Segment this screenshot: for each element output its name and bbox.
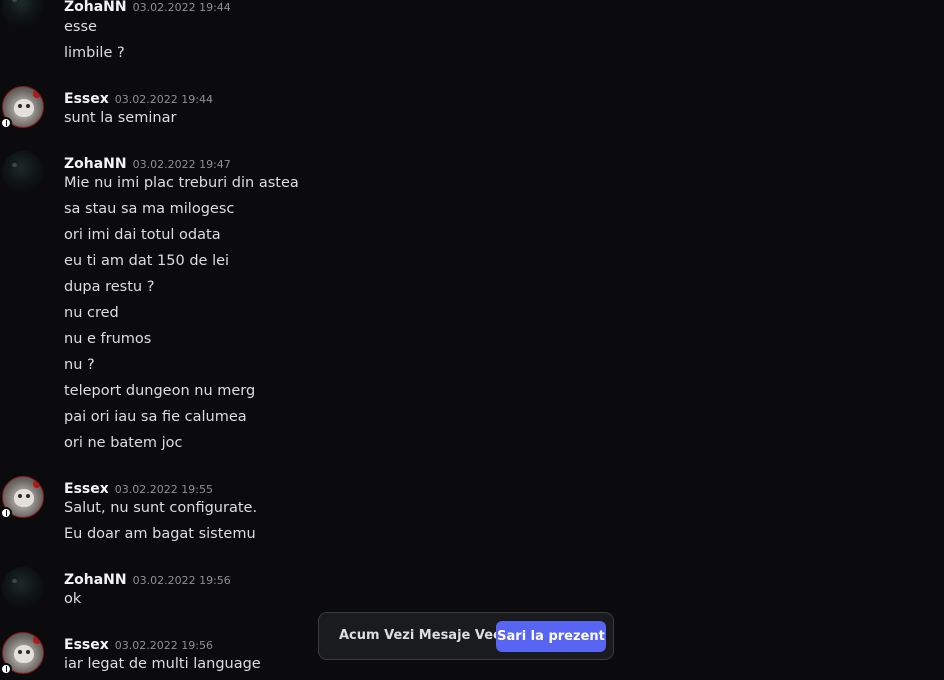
message-text: dupa restu ? bbox=[64, 279, 155, 295]
message-header: ZohaNN 03.02.2022 19:44 bbox=[64, 0, 231, 16]
grumpy-cat-icon bbox=[14, 489, 34, 507]
username[interactable]: Essex bbox=[64, 637, 109, 653]
username[interactable]: Essex bbox=[64, 91, 109, 107]
chat-message-list: ZohaNN 03.02.2022 19:44 esse limbile ? Es… bbox=[0, 0, 944, 680]
message-header: Essex 03.02.2022 19:55 bbox=[64, 478, 213, 498]
message-timestamp: 03.02.2022 19:44 bbox=[132, 1, 231, 14]
jump-to-present-bar: Acum Vezi Mesaje Vechi Sari la prezent bbox=[318, 612, 614, 660]
message-text: teleport dungeon nu merg bbox=[64, 383, 256, 399]
message-timestamp: 03.02.2022 19:55 bbox=[114, 483, 213, 496]
viewing-older-messages-label: Acum Vezi Mesaje Vechi bbox=[339, 628, 515, 643]
message-timestamp: 03.02.2022 19:44 bbox=[114, 93, 213, 106]
avatar-decoration-icon bbox=[33, 90, 41, 98]
username[interactable]: Essex bbox=[64, 481, 109, 497]
grumpy-cat-icon bbox=[14, 645, 34, 663]
user-avatar[interactable] bbox=[2, 151, 44, 193]
status-indicator-icon bbox=[0, 507, 12, 519]
message-header: ZohaNN 03.02.2022 19:47 bbox=[64, 153, 231, 173]
avatar-decoration-icon bbox=[33, 636, 41, 644]
message-text: nu cred bbox=[64, 305, 119, 321]
username[interactable]: ZohaNN bbox=[64, 572, 127, 588]
user-avatar[interactable] bbox=[2, 0, 44, 28]
message-header: Essex 03.02.2022 19:44 bbox=[64, 88, 213, 108]
message-text: iar legat de multi language bbox=[64, 656, 261, 672]
user-avatar[interactable] bbox=[2, 567, 44, 609]
message-text: pai ori iau sa fie calumea bbox=[64, 409, 247, 425]
status-indicator-icon bbox=[0, 663, 12, 675]
message-text: Mie nu imi plac treburi din astea bbox=[64, 175, 299, 191]
message-timestamp: 03.02.2022 19:56 bbox=[114, 639, 213, 652]
jump-to-present-button[interactable]: Sari la prezent bbox=[496, 621, 606, 652]
message-header: ZohaNN 03.02.2022 19:56 bbox=[64, 569, 231, 589]
message-text: ori imi dai totul odata bbox=[64, 227, 221, 243]
message-text: sunt la seminar bbox=[64, 110, 177, 126]
username[interactable]: ZohaNN bbox=[64, 0, 127, 15]
message-timestamp: 03.02.2022 19:56 bbox=[132, 574, 231, 587]
grumpy-cat-icon bbox=[14, 99, 34, 117]
message-text: eu ti am dat 150 de lei bbox=[64, 253, 230, 269]
message-text: nu e frumos bbox=[64, 331, 152, 347]
message-text: ok bbox=[64, 591, 82, 607]
username[interactable]: ZohaNN bbox=[64, 156, 127, 172]
message-header: Essex 03.02.2022 19:56 bbox=[64, 634, 213, 654]
message-text: esse bbox=[64, 19, 97, 35]
message-text: limbile ? bbox=[64, 45, 125, 61]
message-timestamp: 03.02.2022 19:47 bbox=[132, 158, 231, 171]
message-text: Salut, nu sunt configurate. bbox=[64, 500, 258, 516]
avatar-decoration-icon bbox=[33, 480, 41, 488]
message-text: Eu doar am bagat sistemu bbox=[64, 526, 256, 542]
status-indicator-icon bbox=[0, 117, 12, 129]
message-text: ori ne batem joc bbox=[64, 435, 183, 451]
message-text: nu ? bbox=[64, 357, 95, 373]
message-text: sa stau sa ma milogesc bbox=[64, 201, 235, 217]
